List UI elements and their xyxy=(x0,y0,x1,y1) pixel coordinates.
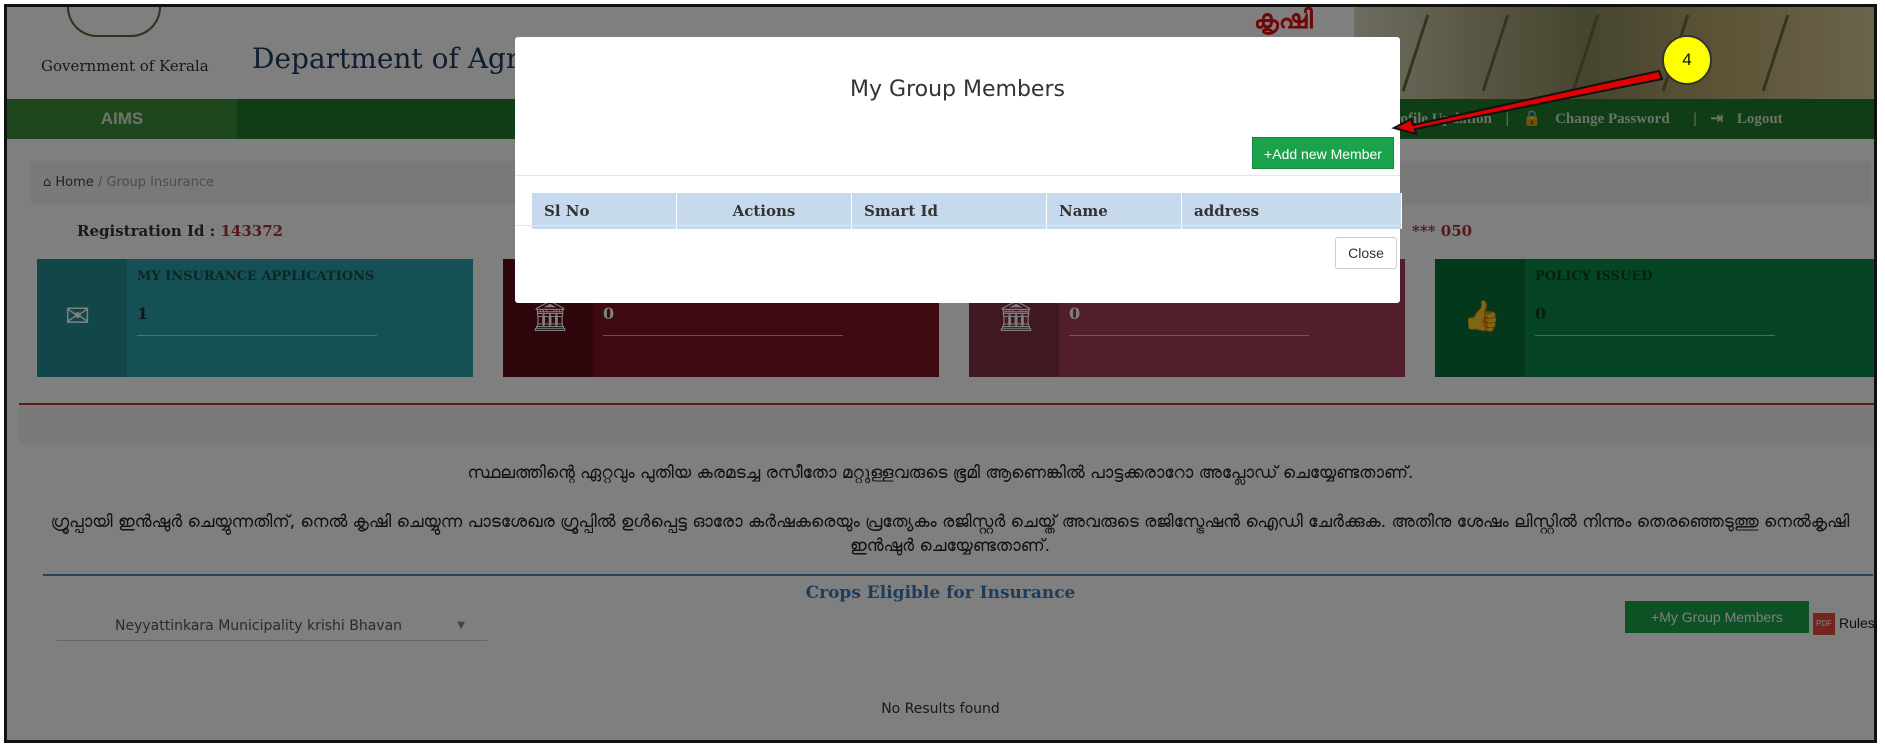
annotation-arrow xyxy=(1391,69,1664,136)
step-callout: 4 xyxy=(1662,35,1712,85)
browser-frame: Government of Kerala Department of Agric… xyxy=(4,4,1877,743)
